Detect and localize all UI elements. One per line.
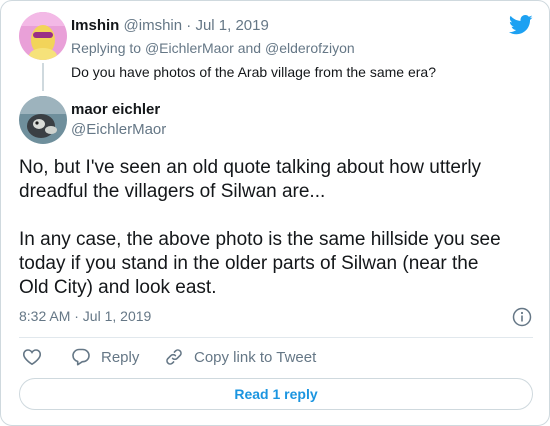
heart-icon (22, 347, 42, 367)
parent-meta-separator: · (186, 17, 192, 34)
tweet-text-line: Old City) and look east. (19, 277, 217, 298)
parent-tweet-text: Do you have photos of the Arab village f… (71, 64, 436, 80)
replying-to-handle-2[interactable]: @elderofziyon (265, 40, 355, 56)
replying-to-line: Replying to @EichlerMaor and @elderofziy… (71, 40, 355, 56)
link-icon (164, 347, 184, 367)
tweet-text-line: No, but I've seen an old quote talking a… (19, 157, 482, 178)
thread-connector-line (42, 63, 44, 91)
main-author-avatar[interactable] (19, 96, 67, 144)
replying-to-handle-1[interactable]: @EichlerMaor (145, 40, 234, 56)
parent-author-name[interactable]: Imshin (71, 17, 119, 34)
main-tweet-text: No, but I've seen an old quote talking a… (19, 156, 539, 300)
actions-divider (19, 337, 533, 338)
parent-author-avatar[interactable] (19, 12, 67, 60)
tweet-embed-card: Imshin @imshin · Jul 1, 2019 Replying to… (0, 0, 550, 426)
main-author-handle[interactable]: @EichlerMaor (71, 121, 166, 138)
tweet-text-line: dreadful the villagers of Silwan are... (19, 181, 326, 202)
main-author-name[interactable]: maor eichler (71, 101, 160, 118)
tweet-text-line: today if you stand in the older parts of… (19, 253, 479, 274)
tweet-timestamp[interactable]: 8:32 AM · Jul 1, 2019 (19, 308, 151, 324)
reply-icon (71, 347, 91, 367)
parent-tweet-date[interactable]: Jul 1, 2019 (195, 17, 268, 34)
replying-and: and (237, 40, 262, 56)
reply-label: Reply (101, 348, 140, 366)
copy-link-label: Copy link to Tweet (194, 348, 317, 366)
twitter-logo-icon[interactable] (508, 15, 533, 35)
copy-link-button[interactable]: Copy link to Tweet (164, 347, 316, 367)
parent-author-handle[interactable]: @imshin (124, 17, 183, 34)
read-replies-button[interactable]: Read 1 reply (19, 378, 533, 410)
tweet-text-line: In any case, the above photo is the same… (19, 229, 501, 250)
parent-tweet-header: Imshin @imshin · Jul 1, 2019 (71, 17, 269, 34)
reply-button[interactable]: Reply (71, 347, 139, 367)
info-icon[interactable] (512, 307, 532, 327)
replying-prefix: Replying to (71, 40, 142, 56)
like-button[interactable] (22, 347, 42, 367)
